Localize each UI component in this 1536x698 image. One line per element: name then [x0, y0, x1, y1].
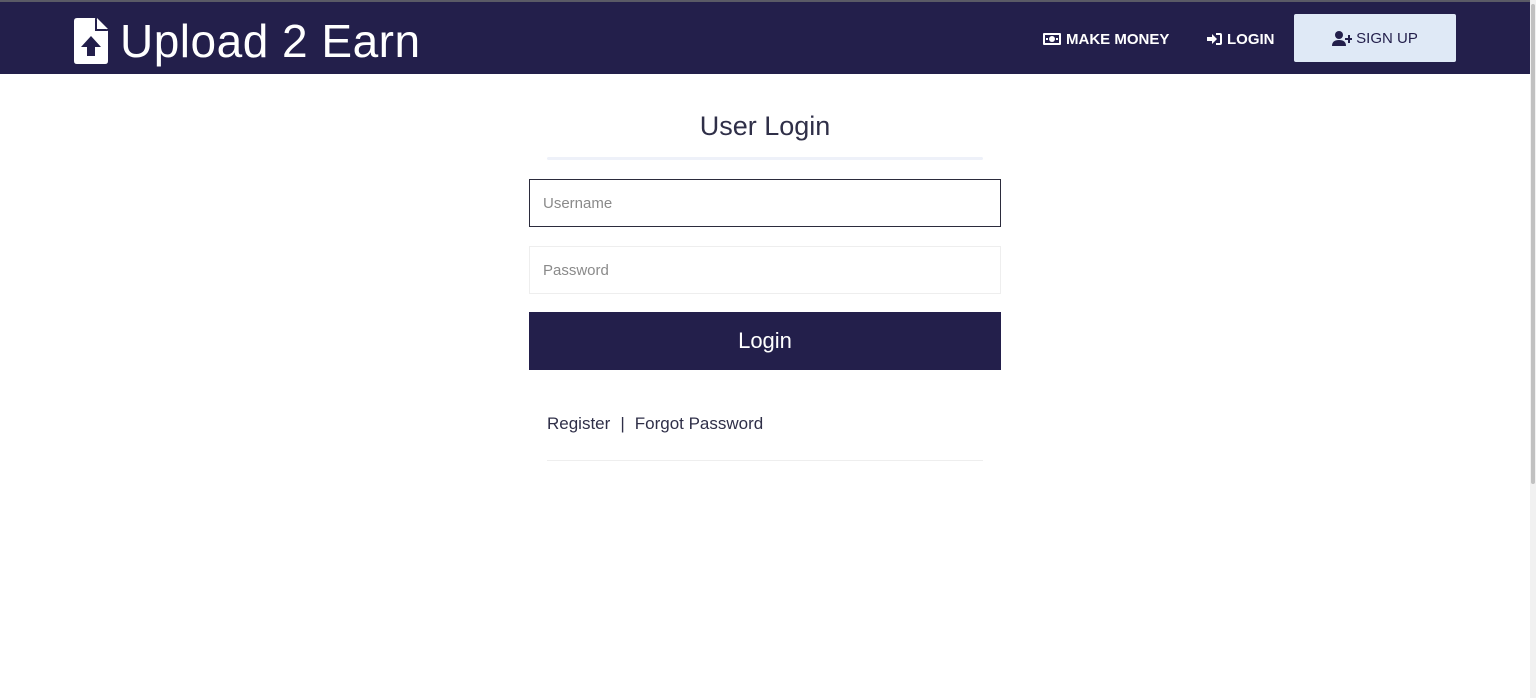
- password-input[interactable]: [529, 246, 1001, 294]
- scrollbar-thumb[interactable]: [1531, 4, 1535, 484]
- page-title: User Login: [699, 111, 831, 141]
- money-bill-icon: [1043, 33, 1061, 45]
- signup-button[interactable]: SIGN UP: [1294, 14, 1456, 62]
- sign-in-icon: [1207, 33, 1222, 45]
- register-link[interactable]: Register: [547, 414, 610, 434]
- forgot-password-link[interactable]: Forgot Password: [635, 414, 764, 434]
- nav-make-money-label: MAKE MONEY: [1066, 30, 1170, 48]
- brand-title: Upload 2 Earn: [120, 15, 421, 67]
- brand-link[interactable]: Upload 2 Earn: [74, 18, 421, 64]
- bottom-divider: [547, 460, 983, 461]
- navbar: Upload 2 Earn MAKE MONEY LOGIN SIGN UP: [0, 2, 1530, 74]
- user-plus-icon: [1332, 30, 1353, 46]
- title-divider: [547, 157, 983, 160]
- nav-login[interactable]: LOGIN: [1207, 28, 1275, 50]
- file-upload-icon: [74, 18, 108, 64]
- auth-links: Register | Forgot Password: [547, 413, 763, 435]
- login-submit-button[interactable]: Login: [529, 312, 1001, 370]
- username-input[interactable]: [529, 179, 1001, 227]
- nav-login-label: LOGIN: [1227, 30, 1275, 48]
- vertical-scrollbar[interactable]: [1530, 0, 1536, 698]
- signup-label: SIGN UP: [1356, 29, 1418, 47]
- nav-make-money[interactable]: MAKE MONEY: [1043, 28, 1169, 50]
- link-separator: |: [620, 414, 625, 433]
- login-page: Upload 2 Earn MAKE MONEY LOGIN SIGN UP U…: [0, 0, 1536, 698]
